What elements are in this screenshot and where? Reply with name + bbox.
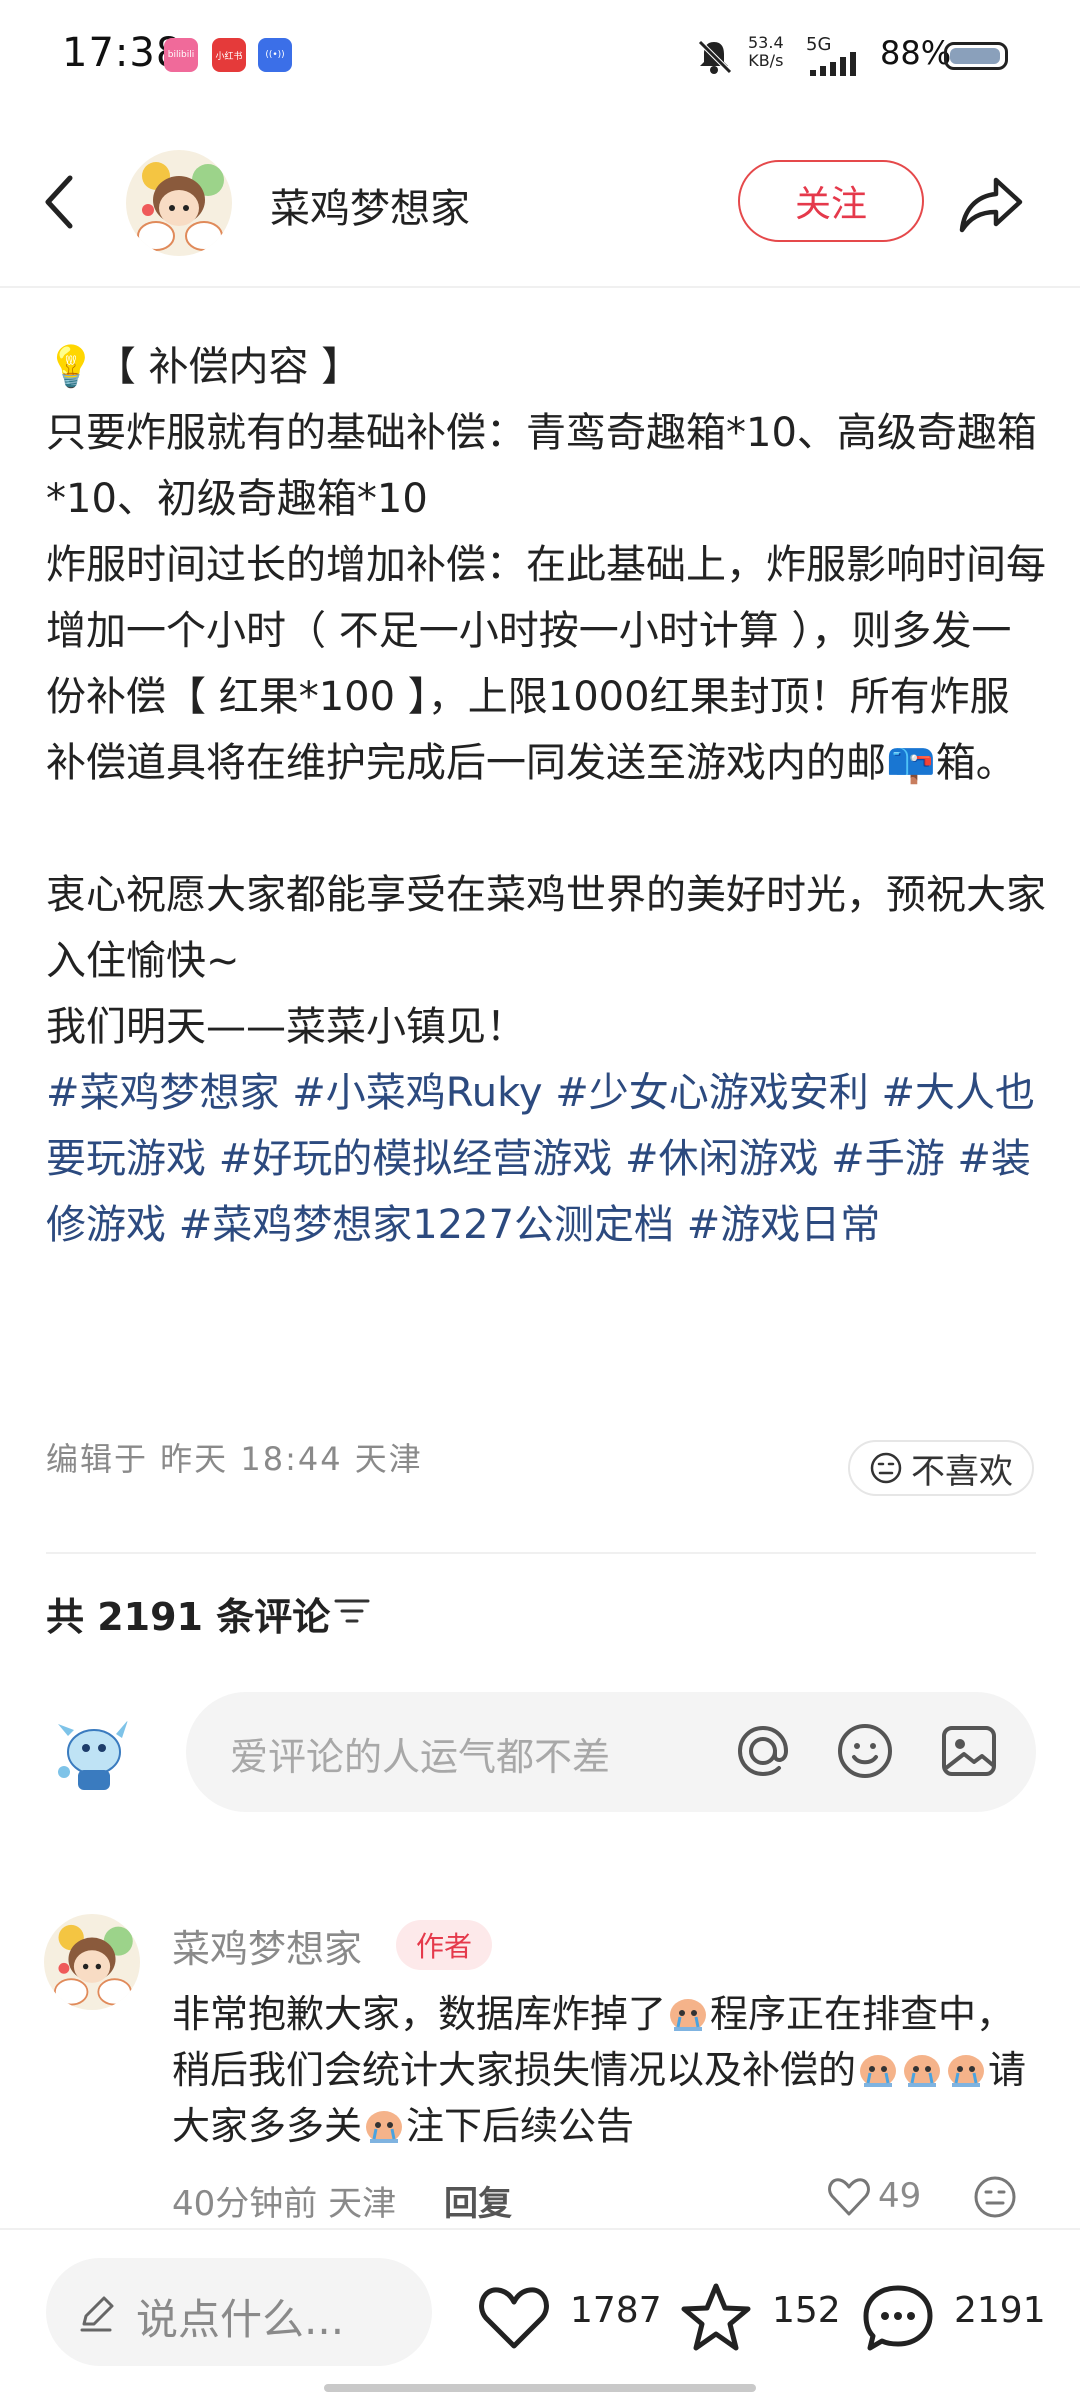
battery-percent: 88% xyxy=(880,34,952,72)
crying-emoji-icon xyxy=(366,2111,403,2143)
post-paragraph: 只要炸服就有的基础补偿：青鸾奇趣箱*10、高级奇趣箱*10、初级奇趣箱*10 xyxy=(46,410,1037,522)
back-icon[interactable] xyxy=(40,172,80,232)
sort-filter-icon[interactable] xyxy=(334,1596,370,1626)
post-paragraph: 炸服时间过长的增加补偿：在此基础上，炸服影响时间每增加一个小时（ 不足一小时按一… xyxy=(46,542,1046,786)
crying-emoji-icon xyxy=(670,1999,707,2031)
header-divider xyxy=(0,286,1080,288)
commenter-avatar[interactable] xyxy=(44,1914,140,2010)
post-hashtags[interactable]: #菜鸡梦想家 #小菜鸡Ruky #少女心游戏安利 #大人也要玩游戏 #好玩的模拟… xyxy=(46,1060,1046,1258)
neutral-face-icon xyxy=(870,1452,902,1484)
say-something-placeholder: 说点什么... xyxy=(136,2295,345,2344)
author-avatar[interactable] xyxy=(126,150,232,256)
comment-dislike-icon[interactable] xyxy=(972,2174,1018,2220)
dislike-label: 不喜欢 xyxy=(911,1451,1013,1492)
post-content: 💡【 补偿内容 】 只要炸服就有的基础补偿：青鸾奇趣箱*10、高级奇趣箱*10、… xyxy=(46,334,1046,1258)
emoji-icon[interactable] xyxy=(832,1718,898,1784)
crying-emoji-icon xyxy=(948,2055,985,2087)
dislike-button[interactable]: 不喜欢 xyxy=(848,1440,1034,1496)
signal-icon xyxy=(810,52,856,76)
xiaohongshu-app-icon: 小红书 xyxy=(212,38,246,72)
image-icon[interactable] xyxy=(936,1718,1002,1784)
home-indicator[interactable] xyxy=(324,2384,756,2392)
share-icon[interactable] xyxy=(956,168,1026,238)
comment-like-count: 49 xyxy=(878,2176,922,2216)
bilibili-app-icon: bilibili xyxy=(164,38,198,72)
pencil-icon xyxy=(80,2296,114,2332)
my-avatar[interactable] xyxy=(44,1706,140,1802)
comment-text: 非常抱歉大家，数据库炸掉了 程序正在排查中，稍后我们会统计大家损失情况以及补偿的请… xyxy=(172,1992,1027,2148)
author-name[interactable]: 菜鸡梦想家 xyxy=(270,176,470,234)
section-divider xyxy=(46,1552,1036,1554)
comment-like-icon[interactable] xyxy=(826,2174,872,2220)
battery-icon xyxy=(944,42,1008,70)
comment-total-count: 2191 xyxy=(954,2290,1046,2331)
broadcast-app-icon: ((•)) xyxy=(258,38,292,72)
crying-emoji-icon xyxy=(904,2055,941,2087)
reply-button[interactable]: 回复 xyxy=(444,2176,512,2225)
post-paragraph: 💡【 补偿内容 】 xyxy=(46,344,362,390)
mute-bell-icon xyxy=(698,40,732,74)
collect-star-icon[interactable] xyxy=(676,2278,756,2358)
post-paragraph: 我们明天——菜菜小镇见！ xyxy=(46,1004,526,1050)
like-heart-icon[interactable] xyxy=(474,2278,554,2358)
collect-count: 152 xyxy=(772,2290,841,2331)
author-badge: 作者 xyxy=(396,1920,492,1970)
comment-input-placeholder: 爱评论的人运气都不差 xyxy=(230,1735,611,1779)
edit-meta: 编辑于 昨天 18:44 天津 xyxy=(46,1440,423,1478)
comment-count: 共 2191 条评论 xyxy=(46,1595,331,1639)
like-count: 1787 xyxy=(570,2290,662,2331)
crying-emoji-icon xyxy=(860,2055,897,2087)
net-speed: 53.4 KB/s xyxy=(748,33,784,70)
mention-icon[interactable] xyxy=(730,1718,796,1784)
commenter-name[interactable]: 菜鸡梦想家 xyxy=(172,1918,362,1973)
comment-bubble-icon[interactable] xyxy=(858,2278,938,2358)
comment-meta: 40分钟前 天津 xyxy=(172,2184,397,2224)
follow-button[interactable]: 关注 xyxy=(738,160,924,242)
post-paragraph: 衷心祝愿大家都能享受在菜鸡世界的美好时光，预祝大家入住愉快~ xyxy=(46,872,1046,984)
post-paragraph xyxy=(46,796,1046,862)
